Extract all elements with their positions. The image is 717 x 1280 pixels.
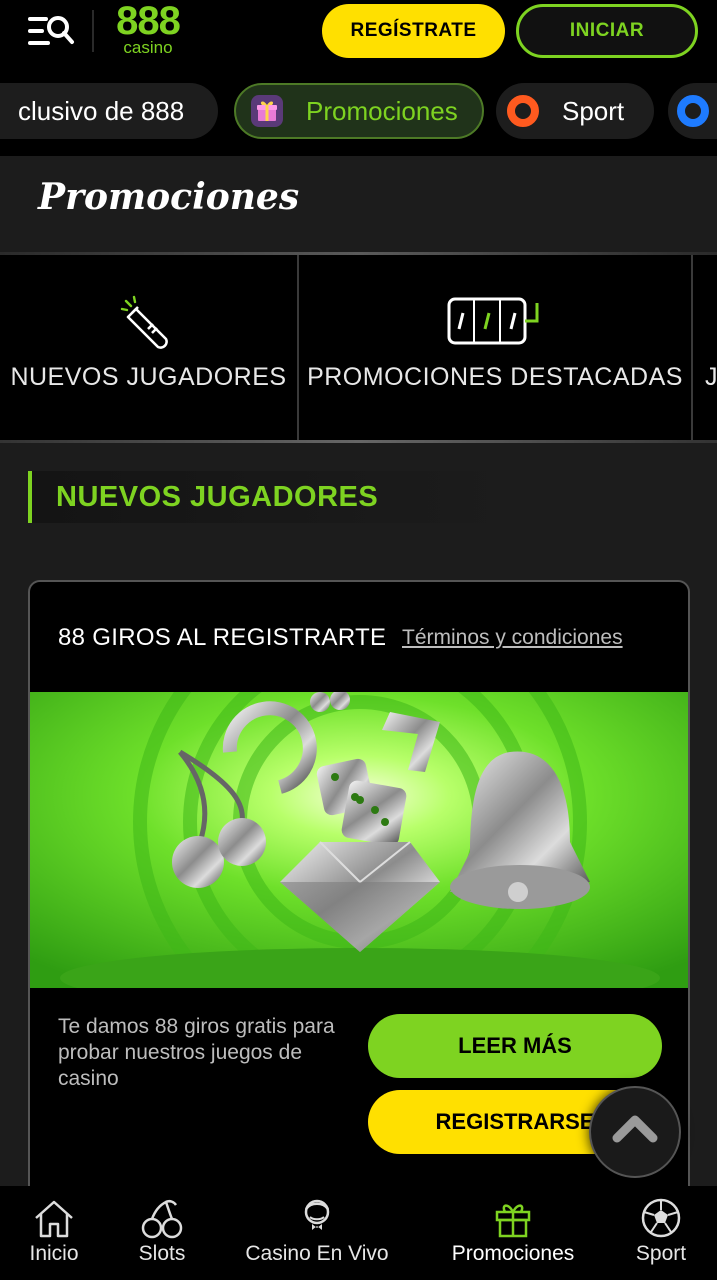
chip-exclusive[interactable]: clusivo de 888 xyxy=(0,83,218,139)
promo-category-tabs: NUEVOS JUGADORES PROMOCIONES DESTACADAS … xyxy=(0,255,717,440)
tab-label: J xyxy=(705,363,717,391)
chip-label: clusivo de 888 xyxy=(18,95,185,126)
gift-icon xyxy=(495,1204,531,1238)
chip-label: Sport xyxy=(562,95,625,126)
chevron-up-icon xyxy=(612,1115,658,1143)
category-chips-bar: clusivo de 888 Promociones Sport xyxy=(0,64,717,156)
gift-icon xyxy=(250,94,284,128)
tab-next[interactable]: J xyxy=(693,255,717,440)
nav-label: Slots xyxy=(138,1242,186,1265)
page-title: Promociones xyxy=(38,176,300,218)
home-icon xyxy=(35,1200,73,1238)
section-title: NUEVOS JUGADORES xyxy=(56,481,379,513)
nav-live-casino[interactable]: Casino En Vivo xyxy=(226,1186,408,1280)
nav-home[interactable]: Inicio xyxy=(0,1186,108,1280)
blue-ring-icon xyxy=(676,94,710,128)
header-divider xyxy=(92,10,94,52)
tab-label: PROMOCIONES DESTACADAS xyxy=(307,363,683,391)
nav-sport[interactable]: Sport xyxy=(610,1186,712,1280)
page-title-bar: Promociones xyxy=(0,156,717,252)
top-header: 888 casino REGÍSTRATE INICIAR xyxy=(0,0,717,64)
cherries-icon xyxy=(141,1199,183,1239)
dealer-icon xyxy=(304,1199,330,1230)
register-button[interactable]: REGÍSTRATE xyxy=(322,4,505,58)
888-casino-logo[interactable]: 888 casino xyxy=(108,0,188,62)
read-more-button[interactable]: LEER MÁS xyxy=(368,1014,662,1078)
login-button[interactable]: INICIAR xyxy=(516,4,698,58)
promo-title: 88 GIROS AL REGISTRARTE xyxy=(58,624,387,651)
soccer-ball-icon xyxy=(641,1198,681,1238)
section-heading: NUEVOS JUGADORES xyxy=(28,471,518,523)
nav-slots[interactable]: Slots xyxy=(110,1186,214,1280)
terms-link[interactable]: Términos y condiciones xyxy=(402,626,623,650)
bottom-navigation: Inicio Slots Casino En Vivo Promociones xyxy=(0,1186,717,1280)
nav-label: Promociones xyxy=(451,1242,575,1265)
tab-new-players[interactable]: NUEVOS JUGADORES xyxy=(0,255,297,440)
logo-number: 888 xyxy=(116,0,181,43)
chip-label: Promociones xyxy=(306,95,458,126)
chip-promotions[interactable]: Promociones xyxy=(234,83,484,139)
chip-next[interactable] xyxy=(668,83,717,139)
tab-featured-promotions[interactable]: PROMOCIONES DESTACADAS xyxy=(299,255,691,440)
sport-ring-icon xyxy=(506,94,540,128)
nav-label: Casino En Vivo xyxy=(245,1242,389,1265)
scroll-to-top-button[interactable] xyxy=(589,1086,681,1178)
chip-sport[interactable]: Sport xyxy=(496,83,654,139)
slot-reels-icon xyxy=(447,297,539,345)
tabs-divider xyxy=(0,440,717,443)
nav-label: Inicio xyxy=(29,1242,79,1265)
champagne-icon xyxy=(120,295,168,349)
promo-description: Te damos 88 giros gratis para probar nue… xyxy=(58,1015,335,1090)
promo-banner-image xyxy=(30,595,688,1049)
menu-search-icon[interactable] xyxy=(26,12,76,52)
tab-label: NUEVOS JUGADORES xyxy=(10,363,287,391)
nav-label: Sport xyxy=(635,1242,687,1265)
nav-promotions[interactable]: Promociones xyxy=(440,1186,586,1280)
